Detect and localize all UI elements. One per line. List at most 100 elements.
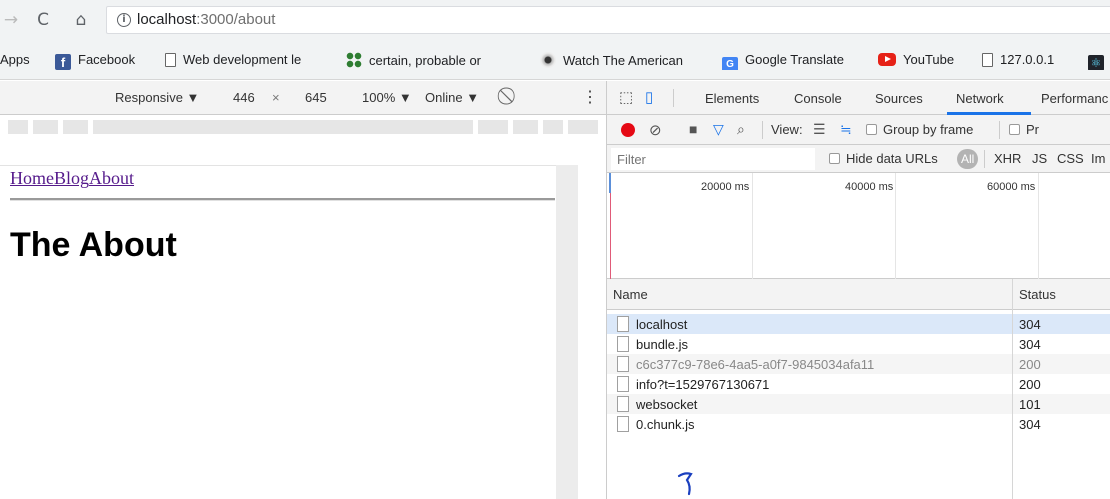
- filter-all-button[interactable]: All: [957, 149, 979, 169]
- tab-elements[interactable]: Elements: [705, 91, 759, 106]
- requests-table-header: Name Status: [607, 279, 1110, 310]
- page-icon: [165, 53, 176, 67]
- preserve-log-label: Pr: [1026, 122, 1039, 137]
- network-throttle-select[interactable]: Online ▼: [425, 90, 479, 105]
- request-status: 304: [1019, 417, 1041, 432]
- clear-icon[interactable]: ⊘: [649, 121, 662, 139]
- network-toolbar: ⊘ ■ ▽ ⌕ View: ☰ ≒ Group by frame Pr: [607, 115, 1110, 145]
- reload-icon[interactable]: C: [32, 9, 54, 31]
- request-name: c6c377c9-78e6-4aa5-a0f7-9845034afa11: [636, 357, 875, 372]
- request-status: 101: [1019, 397, 1041, 412]
- filter-img-button[interactable]: Im: [1091, 151, 1105, 166]
- viewport-resize-gutter[interactable]: [556, 165, 578, 499]
- watch-icon: [540, 52, 556, 68]
- group-by-frame-checkbox[interactable]: Group by frame: [866, 122, 973, 137]
- bookmark-label: 127.0.0.1: [1000, 52, 1055, 67]
- table-row[interactable]: localhost 304: [607, 314, 1110, 334]
- width-input[interactable]: 446: [233, 90, 255, 105]
- file-icon: [617, 396, 629, 412]
- nav-link-home[interactable]: Home: [10, 168, 54, 188]
- url-path: :3000/about: [196, 11, 276, 28]
- bookmark-label: Watch The American: [563, 53, 683, 68]
- bookmark-facebook[interactable]: f Facebook: [55, 52, 155, 70]
- filter-xhr-button[interactable]: XHR: [994, 151, 1021, 166]
- nav-link-blog[interactable]: Blog: [54, 168, 89, 188]
- url-host: localhost: [137, 11, 197, 28]
- url-text[interactable]: localhost:3000/about: [137, 11, 275, 28]
- search-icon[interactable]: ⌕: [737, 121, 745, 138]
- mouse-cursor-icon: [677, 472, 693, 496]
- column-status[interactable]: Status: [1019, 287, 1056, 302]
- network-overview-timeline[interactable]: 20000 ms 40000 ms 60000 ms: [607, 173, 1110, 279]
- facebook-icon: f: [55, 54, 71, 70]
- screenshot-icon[interactable]: ■: [689, 121, 697, 137]
- emulated-page: HomeBlogAbout The About: [0, 165, 556, 499]
- overview-icon[interactable]: ≒: [840, 121, 852, 138]
- back-arrow-icon[interactable]: →: [0, 9, 22, 31]
- zoom-select[interactable]: 100% ▼: [362, 90, 412, 105]
- bookmarks-bar: Apps f Facebook Web development le certai…: [0, 40, 1110, 80]
- device-toggle-icon[interactable]: ▯: [645, 88, 653, 106]
- bookmark-apps[interactable]: Apps: [0, 52, 40, 70]
- bookmark-google-translate[interactable]: G Google Translate: [722, 52, 872, 70]
- hide-data-urls-checkbox[interactable]: Hide data URLs: [829, 151, 938, 166]
- bookmark-certain-probable[interactable]: certain, probable or: [346, 52, 536, 70]
- tab-performance[interactable]: Performanc: [1041, 91, 1108, 106]
- bookmark-watch-american[interactable]: Watch The American: [540, 52, 715, 70]
- filter-icon[interactable]: ▽: [713, 121, 724, 138]
- height-input[interactable]: 645: [305, 90, 327, 105]
- tab-sources[interactable]: Sources: [875, 91, 923, 106]
- record-icon[interactable]: [621, 123, 635, 137]
- info-icon[interactable]: i: [117, 13, 131, 27]
- timeline-tick-label: 20000 ms: [701, 181, 750, 193]
- address-bar[interactable]: i localhost:3000/about: [106, 6, 1110, 34]
- request-name: info?t=1529767130671: [636, 377, 770, 392]
- browser-toolbar: → C ⌂ i localhost:3000/about: [0, 0, 1110, 40]
- view-label: View:: [771, 122, 803, 137]
- dom-content-loaded-marker: [609, 173, 611, 193]
- home-icon[interactable]: ⌂: [70, 9, 92, 31]
- table-row[interactable]: info?t=1529767130671 200: [607, 374, 1110, 394]
- checkbox-icon: [829, 153, 840, 164]
- large-rows-icon[interactable]: ☰: [813, 121, 826, 138]
- column-name[interactable]: Name: [613, 287, 648, 302]
- bookmark-label: certain, probable or: [369, 53, 482, 68]
- page-heading: The About: [10, 226, 177, 264]
- file-icon: [617, 376, 629, 392]
- table-row[interactable]: 0.chunk.js 304: [607, 414, 1110, 434]
- checkbox-icon: [866, 124, 877, 135]
- filter-input[interactable]: [611, 148, 815, 170]
- timeline-tick-label: 60000 ms: [987, 181, 1036, 193]
- divider: [10, 198, 555, 201]
- file-icon: [617, 356, 629, 372]
- device-select[interactable]: Responsive ▼: [115, 90, 199, 105]
- more-options-icon[interactable]: ⋮: [582, 87, 598, 107]
- table-row[interactable]: bundle.js 304: [607, 334, 1110, 354]
- filter-js-button[interactable]: JS: [1032, 151, 1047, 166]
- table-row[interactable]: c6c377c9-78e6-4aa5-a0f7-9845034afa11 200: [607, 354, 1110, 374]
- bookmark-localhost-ip[interactable]: 127.0.0.1: [982, 52, 1082, 70]
- request-name: bundle.js: [636, 337, 689, 352]
- bookmark-label: Web development le: [183, 52, 302, 67]
- table-row[interactable]: websocket 101: [607, 394, 1110, 414]
- filter-bar: Hide data URLs All XHR JS CSS Im: [607, 145, 1110, 173]
- bookmark-label: Google Translate: [745, 52, 845, 67]
- bookmark-label: Apps: [0, 52, 30, 67]
- tab-network[interactable]: Network: [956, 91, 1004, 106]
- inspect-element-icon[interactable]: ⬚: [619, 88, 633, 106]
- bookmark-react[interactable]: ⚛: [1088, 52, 1110, 70]
- youtube-icon: [878, 53, 896, 66]
- media-query-bar[interactable]: [0, 115, 606, 137]
- filter-css-button[interactable]: CSS: [1057, 151, 1084, 166]
- preserve-log-checkbox[interactable]: Pr: [1009, 122, 1039, 137]
- bookmark-web-development[interactable]: Web development le: [165, 52, 335, 70]
- dots-icon: [346, 52, 362, 68]
- bookmark-youtube[interactable]: YouTube: [878, 52, 973, 70]
- nav-link-about[interactable]: About: [89, 168, 134, 188]
- file-icon: [617, 336, 629, 352]
- site-nav: HomeBlogAbout: [10, 168, 134, 189]
- column-divider: [1012, 279, 1013, 499]
- react-icon: ⚛: [1088, 55, 1104, 70]
- tab-console[interactable]: Console: [794, 91, 842, 106]
- devtools-panel: ⬚ ▯ Elements Console Sources Network Per…: [606, 81, 1110, 499]
